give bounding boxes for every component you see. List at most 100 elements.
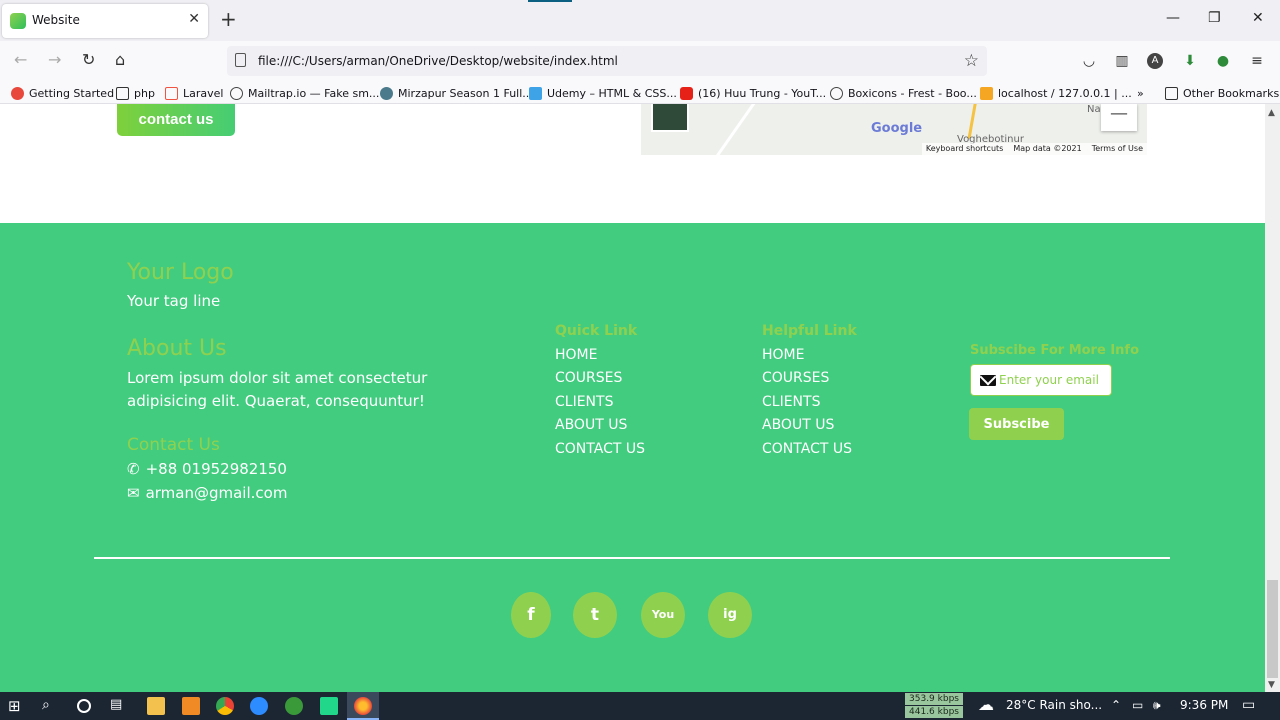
weather-text[interactable]: 28°C Rain sho... (1006, 698, 1102, 712)
upload-speed: 353.9 kbps (905, 693, 963, 705)
twitter-icon[interactable]: t (573, 592, 617, 638)
extension-icon[interactable]: ● (1214, 52, 1232, 70)
forward-icon[interactable]: → (48, 51, 61, 69)
quick-link-clients[interactable]: CLIENTS (555, 394, 613, 410)
page-viewport: contact us Google Na Voghebotinur — Keyb… (0, 104, 1265, 692)
folder-icon (116, 86, 129, 100)
envelope-icon: ✉ (127, 484, 140, 502)
quick-link-contact[interactable]: CONTACT US (555, 441, 645, 457)
bookmark-mirzapur[interactable]: Mirzapur Season 1 Full... (380, 85, 533, 101)
footer-logo[interactable]: Your Logo (127, 260, 234, 285)
url-bar[interactable]: file:///C:/Users/arman/OneDrive/Desktop/… (227, 46, 987, 76)
tab-website[interactable]: Website ✕ (2, 4, 208, 38)
map-data-label: Map data ©2021 (1013, 144, 1082, 153)
footer-tagline: Your tag line (127, 292, 221, 310)
reader-view-icon[interactable]: ▥ (1113, 52, 1131, 70)
helpful-link-home[interactable]: HOME (762, 347, 804, 363)
restore-icon[interactable]: ❐ (1208, 10, 1221, 26)
bookmark-boxicons[interactable]: Boxicons - Frest - Boo... (830, 85, 977, 101)
windows-start-icon[interactable]: ⊞ (8, 697, 26, 715)
firefox-icon[interactable] (354, 697, 372, 715)
search-icon[interactable]: ⌕ (42, 697, 60, 715)
quick-link-courses[interactable]: COURSES (555, 370, 622, 386)
keyboard-shortcuts-link[interactable]: Keyboard shortcuts (926, 143, 1003, 155)
helpful-link-clients[interactable]: CLIENTS (762, 394, 820, 410)
scroll-up-icon[interactable]: ▲ (1268, 108, 1275, 118)
quick-link-heading: Quick Link (555, 323, 638, 339)
quick-link-about[interactable]: ABOUT US (555, 417, 627, 433)
youtube-icon[interactable]: You (641, 592, 685, 638)
map-place-label: Na (1087, 104, 1101, 115)
pocket-icon[interactable]: ◡ (1080, 52, 1098, 70)
quick-link-home[interactable]: HOME (555, 347, 597, 363)
navigation-bar: ← → ↻ ⌂ file:///C:/Users/arman/OneDrive/… (0, 41, 1280, 81)
helpful-link-courses[interactable]: COURSES (762, 370, 829, 386)
network-speed-meter: 353.9 kbps 441.6 kbps (905, 693, 963, 719)
youtube-icon (680, 86, 693, 100)
cortana-icon[interactable] (77, 699, 91, 713)
tab-indicator (528, 0, 572, 2)
close-tab-icon[interactable]: ✕ (188, 11, 200, 27)
notification-icon[interactable]: ▭ (1242, 697, 1255, 713)
instagram-icon[interactable]: ig (708, 592, 752, 638)
download-speed: 441.6 kbps (905, 706, 963, 718)
close-window-icon[interactable]: ✕ (1252, 10, 1264, 26)
task-view-icon[interactable]: ▤ (110, 697, 128, 715)
email-input[interactable] (999, 371, 1109, 389)
map-satellite-toggle[interactable] (651, 104, 689, 132)
about-heading: About Us (127, 336, 227, 361)
helpful-link-about[interactable]: ABOUT US (762, 417, 834, 433)
terms-link[interactable]: Terms of Use (1092, 143, 1143, 155)
clock[interactable]: 9:36 PM (1180, 698, 1228, 712)
bookmark-udemy[interactable]: Udemy – HTML & CSS... (529, 85, 677, 101)
pycharm-icon[interactable] (320, 697, 338, 715)
volume-icon[interactable]: 🕪 (1153, 698, 1161, 713)
back-icon[interactable]: ← (14, 51, 27, 69)
contact-us-button[interactable]: contact us (117, 104, 235, 136)
minimize-icon[interactable]: — (1166, 10, 1180, 26)
site-favicon-icon (10, 13, 26, 29)
bookmark-other[interactable]: Other Bookmarks (1165, 85, 1279, 101)
tray-expand-icon[interactable]: ⌃ (1111, 698, 1121, 712)
chrome-icon[interactable] (216, 697, 234, 715)
scroll-down-icon[interactable]: ▼ (1268, 680, 1275, 690)
bookmark-localhost[interactable]: localhost / 127.0.0.1 | ... (980, 85, 1132, 101)
map-zoom-out-button[interactable]: — (1101, 104, 1137, 131)
file-explorer-icon[interactable] (147, 697, 165, 715)
download-extension-icon[interactable]: ⬇ (1181, 52, 1199, 70)
site-footer: Your Logo Your tag line About Us Lorem i… (0, 223, 1265, 692)
bookmark-laravel[interactable]: Laravel (165, 85, 223, 101)
google-map[interactable]: Google Na Voghebotinur — Keyboard shortc… (641, 104, 1147, 155)
scrollbar-thumb[interactable] (1267, 580, 1278, 678)
url-text[interactable]: file:///C:/Users/arman/OneDrive/Desktop/… (258, 54, 618, 68)
weather-icon[interactable]: ☁ (978, 695, 994, 714)
account-icon[interactable]: A (1147, 53, 1163, 69)
scrollbar[interactable]: ▲ ▼ (1265, 104, 1280, 692)
bookmark-mailtrap[interactable]: Mailtrap.io — Fake sm... (230, 85, 379, 101)
bookmark-php[interactable]: php (116, 85, 155, 101)
contact-email: ✉ arman@gmail.com (127, 484, 287, 502)
sublime-text-icon[interactable] (182, 697, 200, 715)
new-tab-icon[interactable]: + (220, 9, 237, 29)
email-address: arman@gmail.com (145, 484, 288, 502)
phone-number: +88 01952982150 (145, 460, 287, 478)
windows-taskbar: ⊞ ⌕ ▤ 353.9 kbps 441.6 kbps ☁ 28°C Rain … (0, 692, 1280, 720)
network-icon[interactable]: ▭ (1132, 698, 1143, 712)
more-bookmarks-icon[interactable]: » (1137, 85, 1144, 101)
bookmark-getting-started[interactable]: Getting Started (11, 85, 114, 101)
contact-heading: Contact Us (127, 435, 220, 455)
home-icon[interactable]: ⌂ (115, 51, 125, 69)
footer-divider (94, 557, 1170, 559)
bookmark-youtube[interactable]: (16) Huu Trung - YouT... (680, 85, 826, 101)
subscribe-button[interactable]: Subscibe (969, 408, 1064, 440)
bookmark-star-icon[interactable]: ☆ (964, 51, 979, 71)
utorrent-icon[interactable] (285, 697, 303, 715)
about-text: Lorem ipsum dolor sit amet consectetur a… (127, 369, 428, 410)
zoom-icon[interactable] (250, 697, 268, 715)
email-field-wrapper[interactable] (970, 364, 1112, 396)
globe-icon (830, 86, 843, 100)
menu-icon[interactable]: ≡ (1248, 52, 1266, 70)
facebook-icon[interactable]: f (511, 592, 551, 638)
reload-icon[interactable]: ↻ (82, 51, 95, 69)
helpful-link-contact[interactable]: CONTACT US (762, 441, 852, 457)
